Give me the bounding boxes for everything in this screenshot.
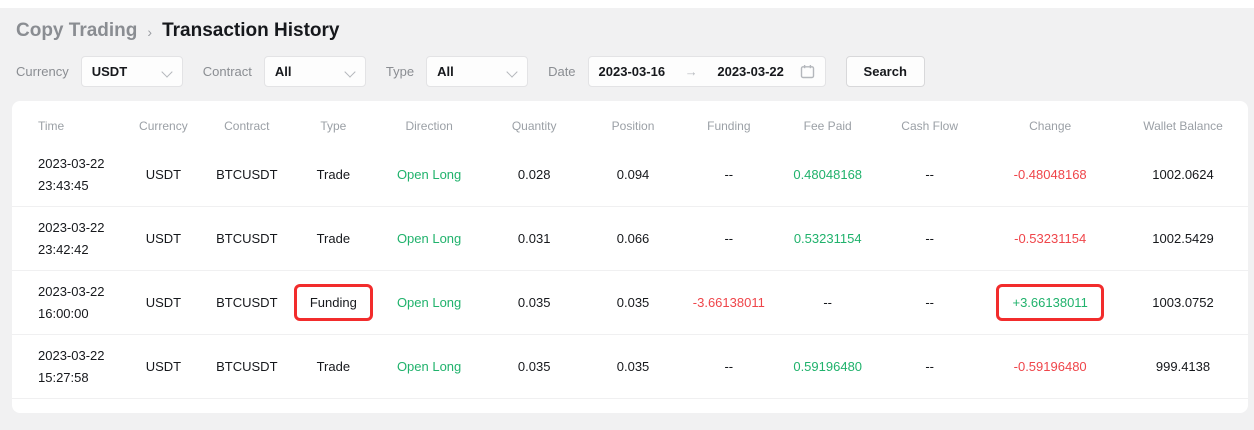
top-strip [0,0,1254,8]
column-header-change: Change [982,119,1118,133]
cell-quantity: 0.031 [482,231,587,246]
page-title: Transaction History [162,20,339,42]
annotation-highlight-box: Funding [294,284,373,321]
table-header-row: Time Currency Contract Type Direction Qu… [12,101,1248,143]
cell-time: 2023-03-22 16:00:00 [12,281,123,324]
search-button[interactable]: Search [846,56,925,87]
cell-fee-paid: 0.59196480 [778,359,877,374]
cell-time: 2023-03-22 23:43:45 [12,153,123,196]
cell-contract: BTCUSDT [204,359,291,374]
cell-type: Trade [290,231,377,246]
table-row: 2023-03-22 16:00:00 USDT BTCUSDT Funding… [12,271,1248,335]
cell-funding: -- [679,359,778,374]
cell-time: 2023-03-22 15:27:58 [12,345,123,388]
cell-change: -0.59196480 [982,359,1118,374]
cell-fee-paid: 0.48048168 [778,167,877,182]
contract-select[interactable]: All [264,56,366,87]
column-header-funding: Funding [679,119,778,133]
table-row: 2023-03-22 23:43:45 USDT BTCUSDT Trade O… [12,143,1248,207]
column-header-type: Type [290,119,377,133]
currency-select[interactable]: USDT [81,56,183,87]
column-header-position: Position [587,119,680,133]
cell-cash-flow: -- [877,295,982,310]
date-range-picker[interactable]: 2023-03-16 → 2023-03-22 [588,56,826,87]
cell-cash-flow: -- [877,231,982,246]
cell-change: +3.66138011 [982,284,1118,321]
breadcrumb-parent-link[interactable]: Copy Trading [16,20,137,42]
cell-wallet-balance: 999.4138 [1118,359,1248,374]
column-header-currency: Currency [123,119,203,133]
currency-select-value: USDT [92,64,127,79]
cell-fee-paid: 0.53231154 [778,231,877,246]
cell-position: 0.035 [587,359,680,374]
cell-currency: USDT [123,167,203,182]
cell-position: 0.066 [587,231,680,246]
cell-position: 0.035 [587,295,680,310]
cell-currency: USDT [123,231,203,246]
table-row: 2023-03-22 15:27:58 USDT BTCUSDT Trade O… [12,335,1248,399]
cell-cash-flow: -- [877,167,982,182]
column-header-direction: Direction [377,119,482,133]
transaction-table-card: Time Currency Contract Type Direction Qu… [12,101,1248,413]
date-end-value[interactable]: 2023-03-22 [717,64,784,79]
column-header-contract: Contract [204,119,291,133]
cell-quantity: 0.035 [482,359,587,374]
cell-quantity: 0.028 [482,167,587,182]
column-header-fee-paid: Fee Paid [778,119,877,133]
type-select[interactable]: All [426,56,528,87]
cell-change: -0.48048168 [982,167,1118,182]
chevron-down-icon [345,67,355,77]
type-select-value: All [437,64,454,79]
breadcrumb-separator: › [147,24,152,40]
cell-wallet-balance: 1003.0752 [1118,295,1248,310]
cell-funding: -3.66138011 [679,295,778,310]
cell-funding: -- [679,167,778,182]
cell-contract: BTCUSDT [204,231,291,246]
cell-direction: Open Long [377,359,482,374]
breadcrumb: Copy Trading › Transaction History [0,8,1254,52]
cell-quantity: 0.035 [482,295,587,310]
column-header-cash-flow: Cash Flow [877,119,982,133]
column-header-quantity: Quantity [482,119,587,133]
cell-wallet-balance: 1002.5429 [1118,231,1248,246]
cell-contract: BTCUSDT [204,295,291,310]
chevron-down-icon [162,67,172,77]
contract-select-value: All [275,64,292,79]
contract-filter-label: Contract [203,64,252,79]
currency-filter-label: Currency [16,64,69,79]
column-header-wallet-balance: Wallet Balance [1118,119,1248,133]
column-header-time: Time [12,119,123,133]
cell-currency: USDT [123,359,203,374]
cell-change: -0.53231154 [982,231,1118,246]
cell-type: Trade [290,167,377,182]
table-body: 2023-03-22 23:43:45 USDT BTCUSDT Trade O… [12,143,1248,399]
cell-funding: -- [679,231,778,246]
cell-fee-paid: -- [778,295,877,310]
cell-contract: BTCUSDT [204,167,291,182]
filter-bar: Currency USDT Contract All Type All Date… [0,52,1254,101]
cell-direction: Open Long [377,167,482,182]
date-start-value[interactable]: 2023-03-16 [599,64,666,79]
cell-time: 2023-03-22 23:42:42 [12,217,123,260]
annotation-highlight-box: +3.66138011 [996,284,1103,321]
calendar-icon[interactable] [800,64,815,79]
cell-wallet-balance: 1002.0624 [1118,167,1248,182]
cell-cash-flow: -- [877,359,982,374]
cell-currency: USDT [123,295,203,310]
cell-position: 0.094 [587,167,680,182]
type-filter-label: Type [386,64,414,79]
date-filter-label: Date [548,64,575,79]
cell-direction: Open Long [377,295,482,310]
cell-direction: Open Long [377,231,482,246]
table-row: 2023-03-22 23:42:42 USDT BTCUSDT Trade O… [12,207,1248,271]
cell-type: Funding [290,284,377,321]
chevron-down-icon [507,67,517,77]
cell-type: Trade [290,359,377,374]
date-range-arrow-icon: → [681,64,702,79]
